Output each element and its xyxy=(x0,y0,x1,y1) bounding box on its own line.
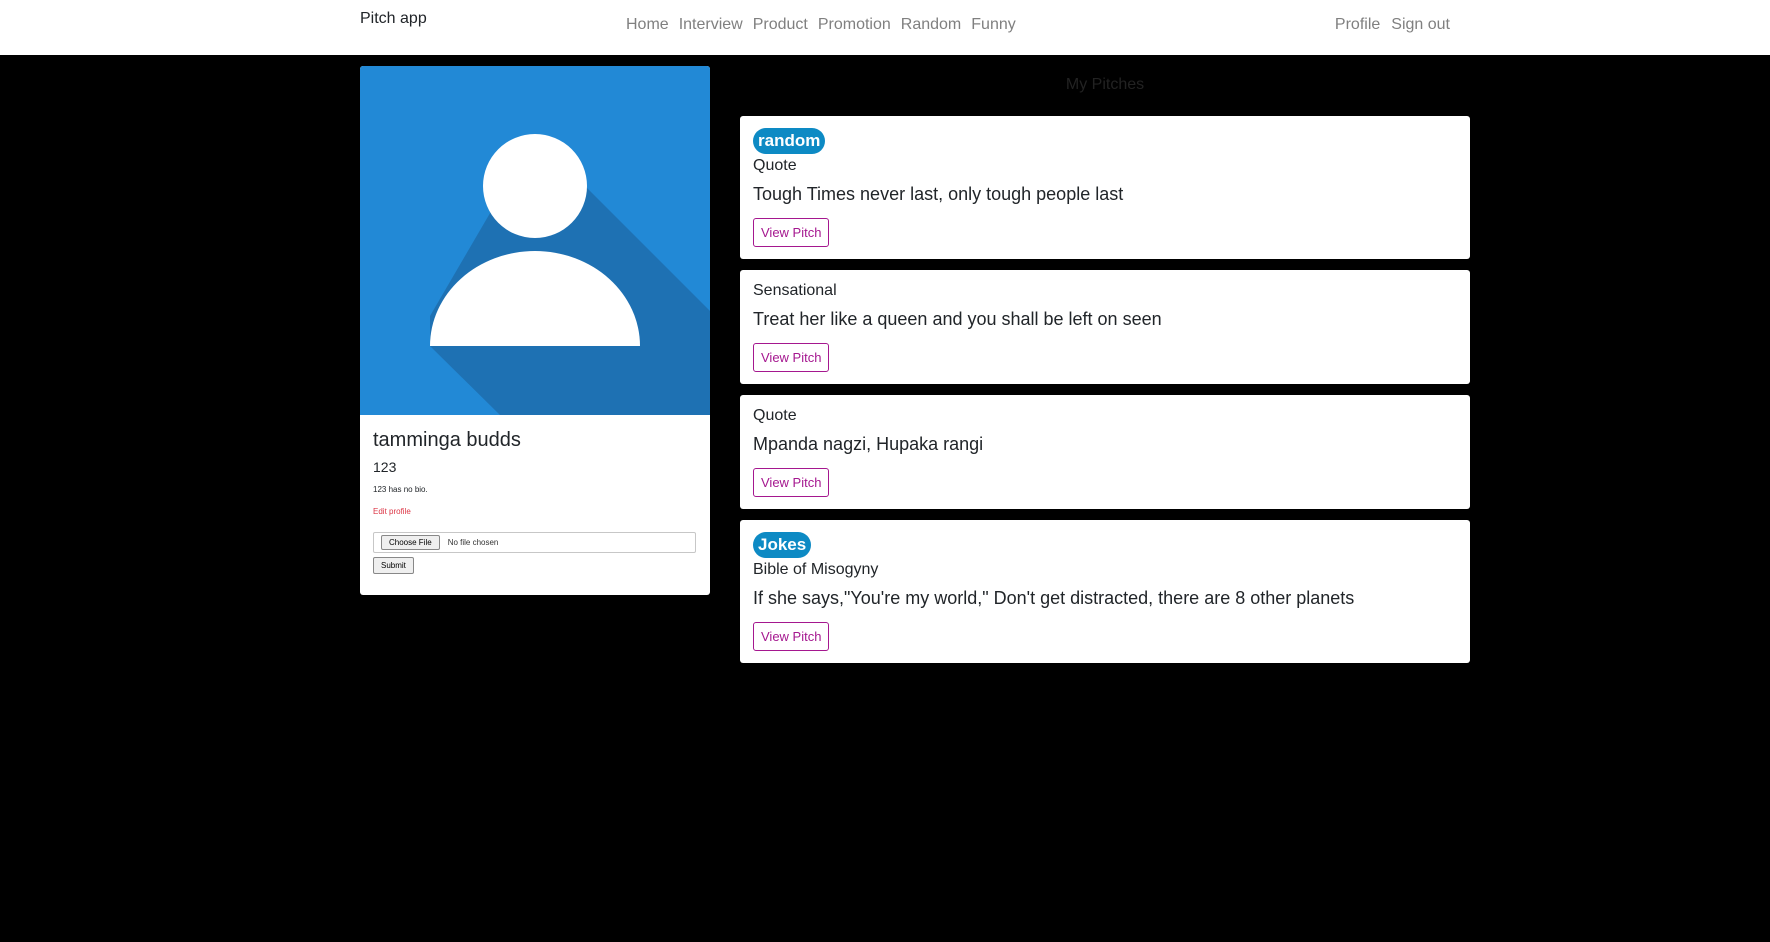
navbar: Pitch app Home Interview Product Promoti… xyxy=(0,0,1770,55)
nav-funny[interactable]: Funny xyxy=(971,16,1015,34)
user-avatar-icon xyxy=(360,66,710,415)
view-pitch-button[interactable]: View Pitch xyxy=(753,468,830,497)
pitch-list: random Quote Tough Times never last, onl… xyxy=(740,116,1470,674)
view-pitch-button[interactable]: View Pitch xyxy=(753,622,830,651)
nav-promotion[interactable]: Promotion xyxy=(818,16,891,34)
pitch-card: Quote Mpanda nagzi, Hupaka rangi View Pi… xyxy=(740,395,1470,509)
view-pitch-button[interactable]: View Pitch xyxy=(753,218,830,247)
brand-link[interactable]: Pitch app xyxy=(360,10,427,28)
nav-home[interactable]: Home xyxy=(626,16,669,34)
nav-profile[interactable]: Profile xyxy=(1335,16,1380,34)
pitch-card: random Quote Tough Times never last, onl… xyxy=(740,116,1470,259)
edit-profile-link[interactable]: Edit profile xyxy=(373,507,697,516)
nav-interview[interactable]: Interview xyxy=(679,16,743,34)
profile-bio: 123 has no bio. xyxy=(373,485,428,494)
pitch-text: Treat her like a queen and you shall be … xyxy=(753,309,1162,329)
file-status: No file chosen xyxy=(447,538,499,547)
pitch-text: Mpanda nagzi, Hupaka rangi xyxy=(753,434,984,454)
pitch-text: If she says,"You're my world," Don't get… xyxy=(753,588,1355,608)
category-badge: random xyxy=(753,128,826,154)
pitch-title: Quote xyxy=(753,157,797,174)
pitch-card: Jokes Bible of Misogyny If she says,"You… xyxy=(740,520,1470,663)
choose-file-button[interactable]: Choose File xyxy=(381,535,440,550)
nav-sign-out[interactable]: Sign out xyxy=(1391,16,1450,34)
file-input[interactable]: Choose File No file chosen xyxy=(373,532,696,553)
category-badge: Jokes xyxy=(753,532,812,558)
main-nav: Home Interview Product Promotion Random … xyxy=(626,16,1016,34)
pitch-card: Sensational Treat her like a queen and y… xyxy=(740,270,1470,384)
pitch-title: Quote xyxy=(753,407,797,424)
submit-button[interactable]: Submit xyxy=(373,557,414,574)
pitch-title: Bible of Misogyny xyxy=(753,561,879,578)
profile-name: tamminga budds xyxy=(373,429,521,451)
pitch-title: Sensational xyxy=(753,282,837,299)
view-pitch-button[interactable]: View Pitch xyxy=(753,343,830,372)
user-nav: Profile Sign out xyxy=(1335,16,1450,34)
nav-product[interactable]: Product xyxy=(753,16,808,34)
nav-random[interactable]: Random xyxy=(901,16,961,34)
profile-card: tamminga budds 123 123 has no bio. Edit … xyxy=(360,66,710,595)
profile-username: 123 xyxy=(373,459,397,475)
pitches-heading: My Pitches xyxy=(1065,76,1145,93)
pitch-text: Tough Times never last, only tough peopl… xyxy=(753,184,1124,204)
